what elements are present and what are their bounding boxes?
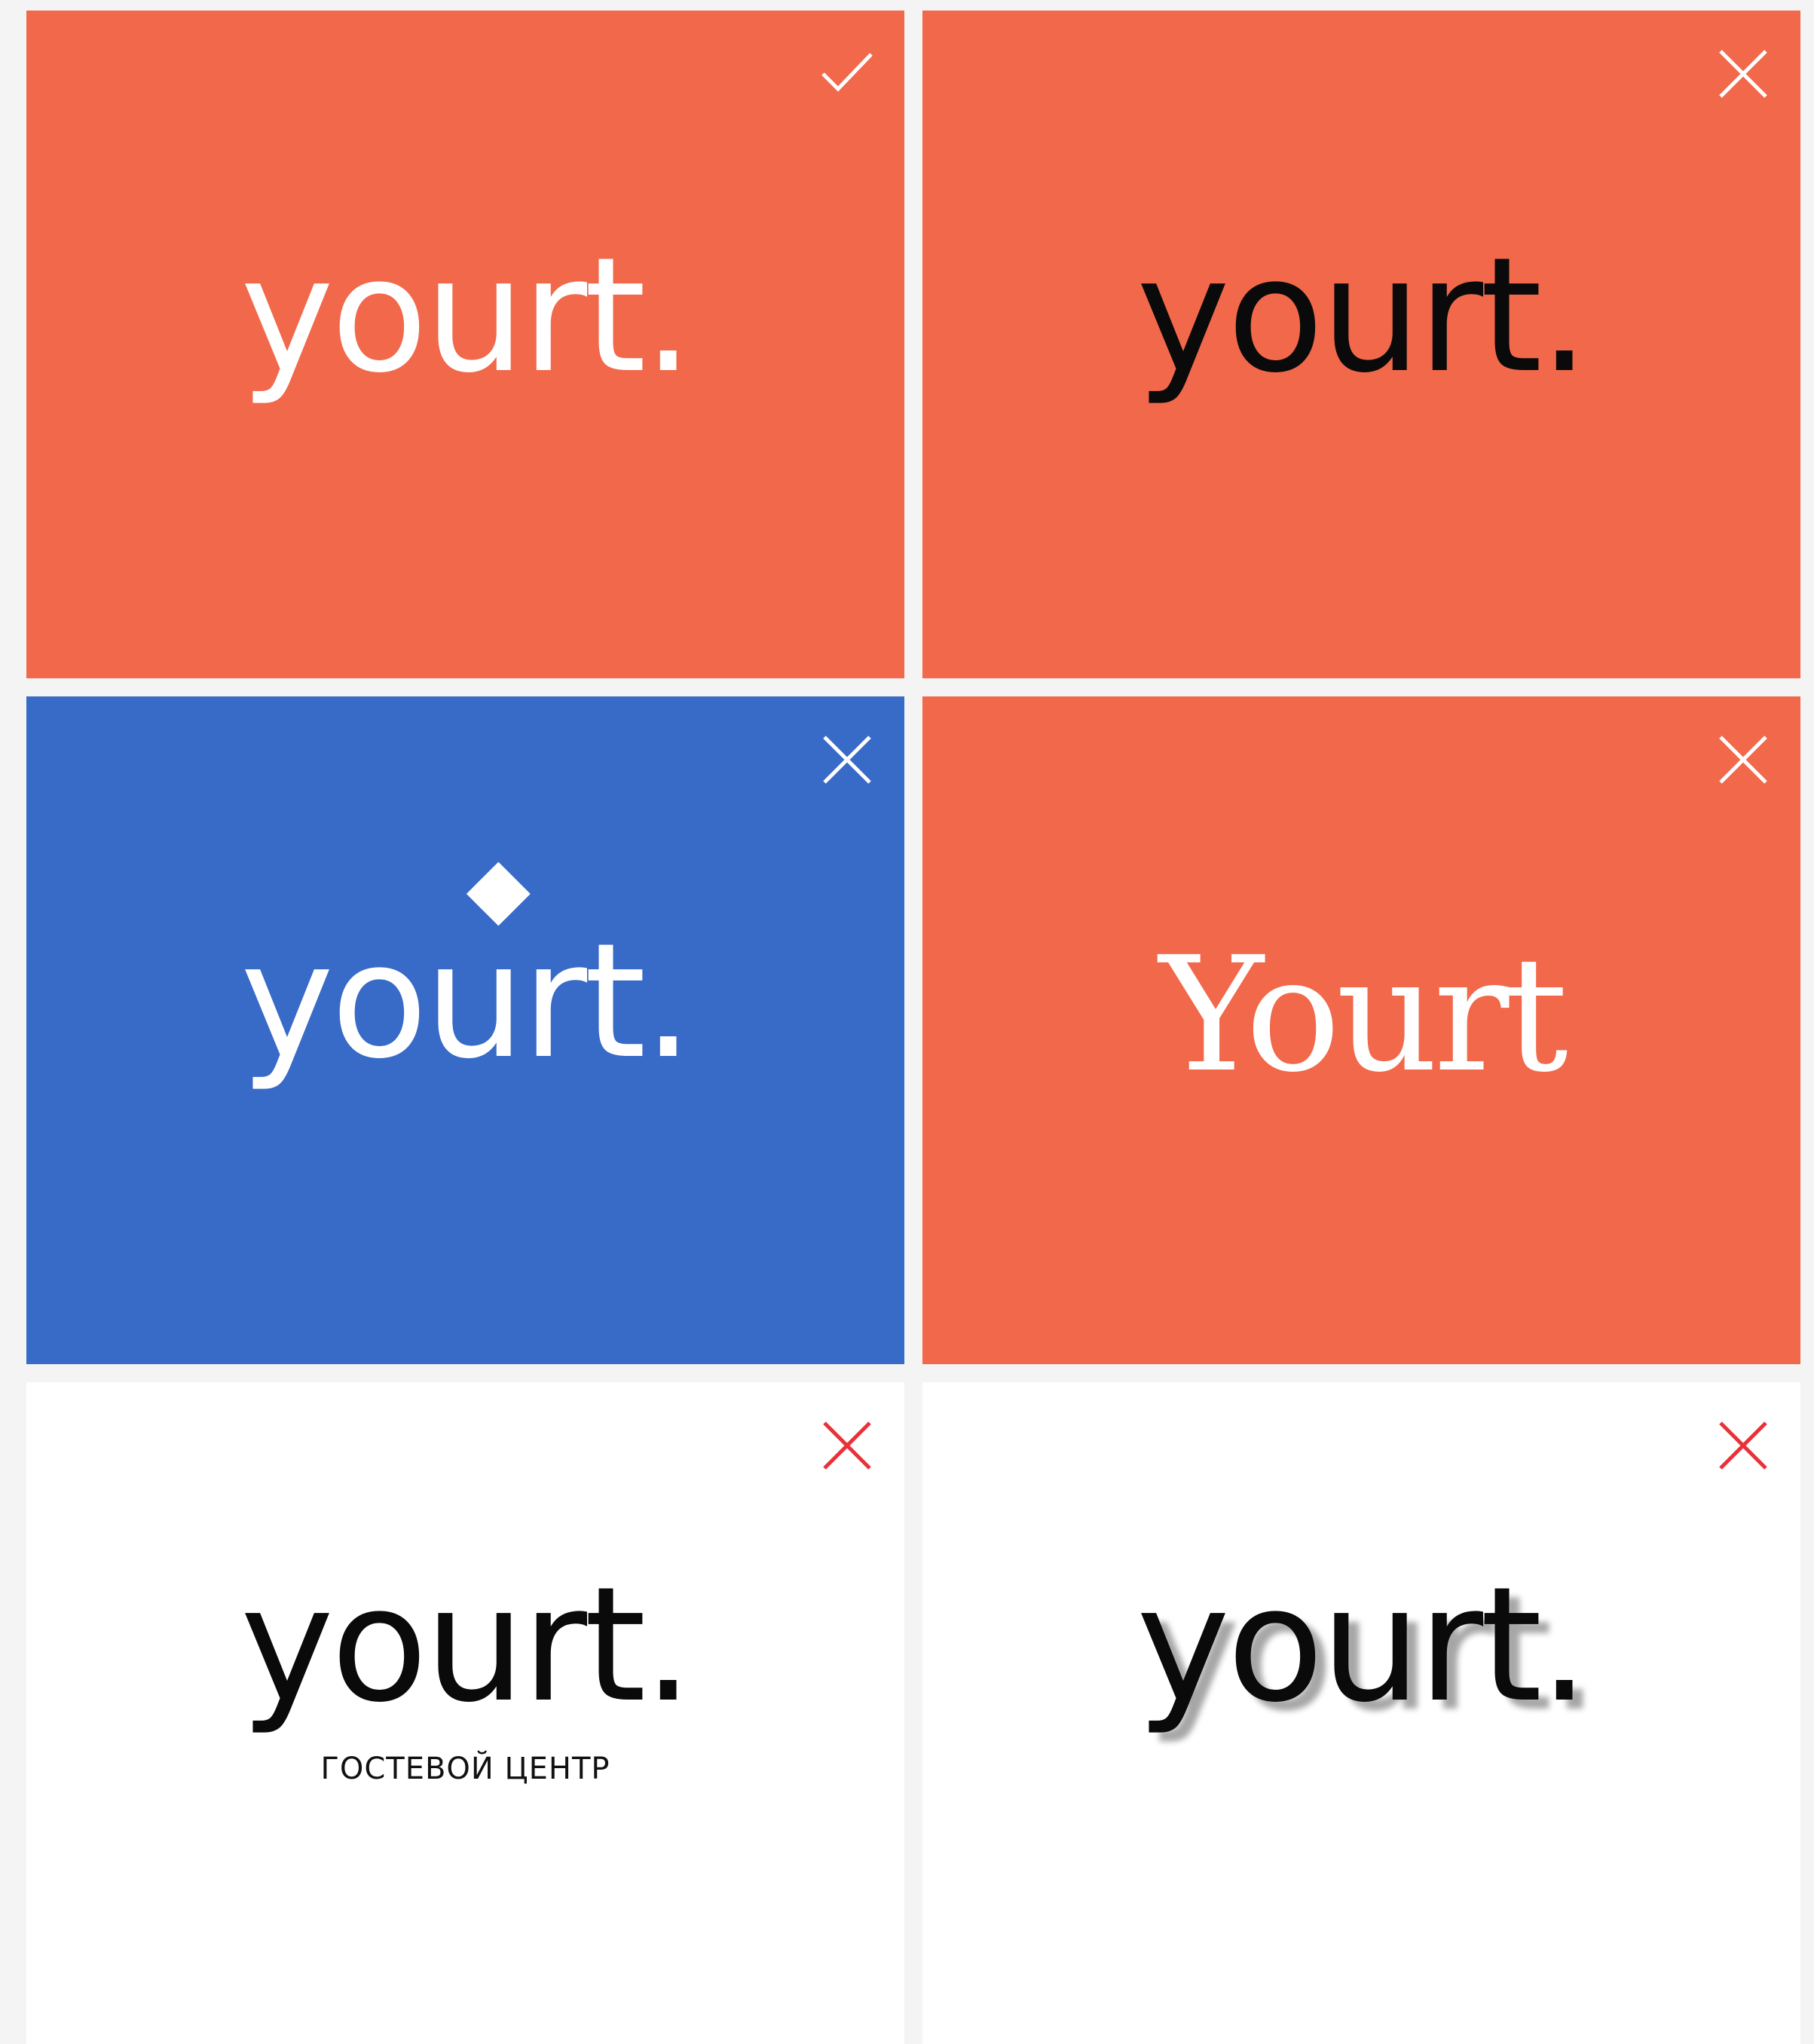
logo-subtitle: ГОСТЕВОЙ ЦЕНТР <box>320 1752 610 1786</box>
logo-panel-correct: yourt. <box>26 11 904 678</box>
logo-wordmark: yourt. <box>240 909 693 1094</box>
logo-wordmark: yourt. <box>1136 223 1589 408</box>
logo-panel-wrong-serif: Yourt <box>922 696 1800 1364</box>
logo-wordmark: yourt. <box>240 223 693 408</box>
logo-wordmark-serif: Yourt <box>1159 923 1568 1107</box>
logo-wordmark-shadowed: yourt. <box>1136 1553 1589 1737</box>
logo-wordmark: yourt. <box>240 1553 693 1737</box>
logo: yourt. <box>240 861 693 1094</box>
logo: yourt. <box>1136 1553 1589 1737</box>
logo: yourt. ГОСТЕВОЙ ЦЕНТР <box>240 1553 693 1787</box>
logo-panel-wrong-blue: yourt. <box>26 696 904 1364</box>
close-icon <box>817 1415 877 1476</box>
logo: yourt. <box>1136 223 1589 408</box>
check-icon <box>817 44 877 104</box>
logo: Yourt <box>1159 936 1568 1094</box>
logo-panel-wrong-shadow: yourt. <box>922 1382 1800 2044</box>
close-icon <box>1713 730 1773 790</box>
logo-panel-wrong-subtitle: yourt. ГОСТЕВОЙ ЦЕНТР <box>26 1382 904 2044</box>
logo-panel-wrong-black-on-orange: yourt. <box>922 11 1800 678</box>
close-icon <box>1713 1415 1773 1476</box>
close-icon <box>1713 44 1773 104</box>
logo: yourt. <box>240 223 693 408</box>
close-icon <box>817 730 877 790</box>
